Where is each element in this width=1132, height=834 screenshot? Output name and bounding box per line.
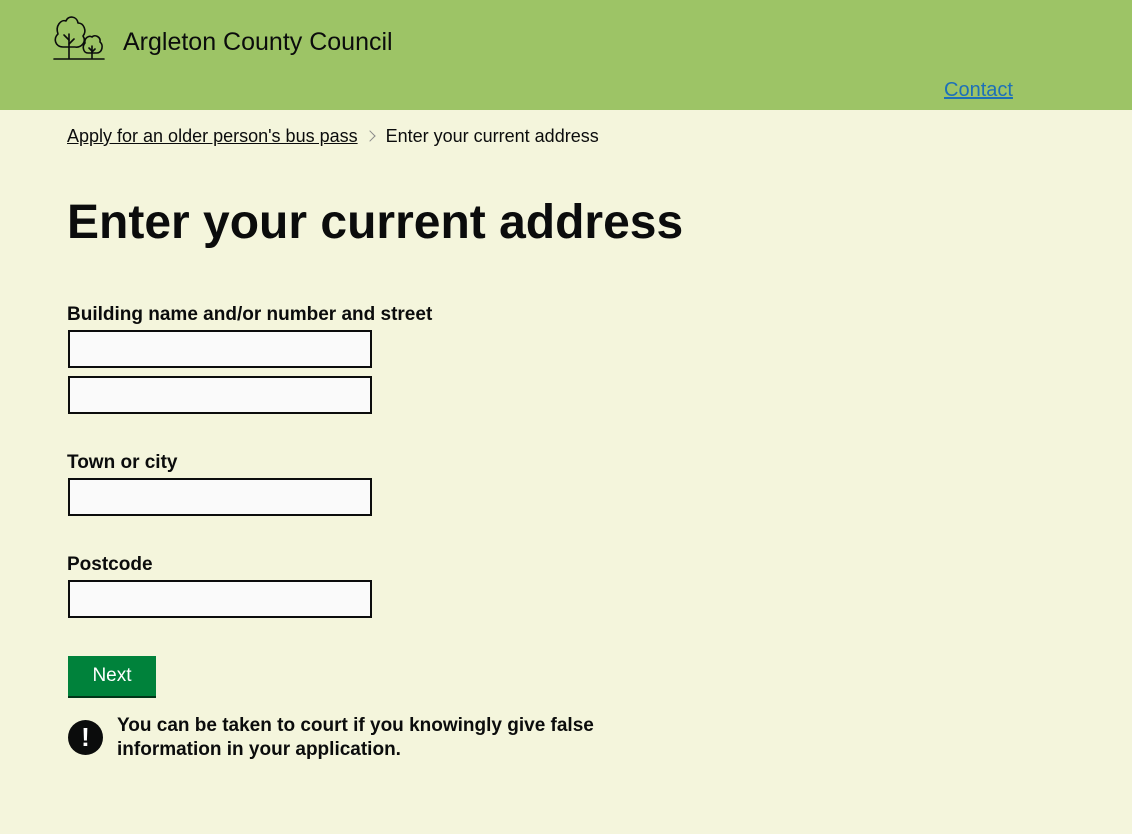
- site-header: Argleton County Council Contact: [0, 0, 1132, 110]
- warning-icon: !: [68, 720, 103, 755]
- site-title[interactable]: Argleton County Council: [123, 26, 393, 58]
- trees-icon[interactable]: [52, 14, 106, 62]
- town-label: Town or city: [67, 452, 178, 473]
- chevron-right-icon: [363, 130, 376, 142]
- address-line-1-input[interactable]: [68, 330, 372, 368]
- address-line-2-input[interactable]: [68, 376, 372, 414]
- page-title: Enter your current address: [67, 196, 684, 249]
- breadcrumb-current: Enter your current address: [385, 126, 599, 146]
- postcode-input[interactable]: [68, 580, 372, 618]
- town-input[interactable]: [68, 478, 372, 516]
- breadcrumb: Apply for an older person's bus pass Ente…: [67, 124, 599, 148]
- warning-text: You can be taken to court if you knowing…: [117, 715, 594, 760]
- contact-link[interactable]: Contact: [944, 77, 1013, 103]
- breadcrumb-parent-link[interactable]: Apply for an older person's bus pass: [67, 126, 358, 146]
- address-label: Building name and/or number and street: [67, 304, 433, 325]
- next-button[interactable]: Next: [68, 656, 156, 696]
- postcode-label: Postcode: [67, 554, 153, 575]
